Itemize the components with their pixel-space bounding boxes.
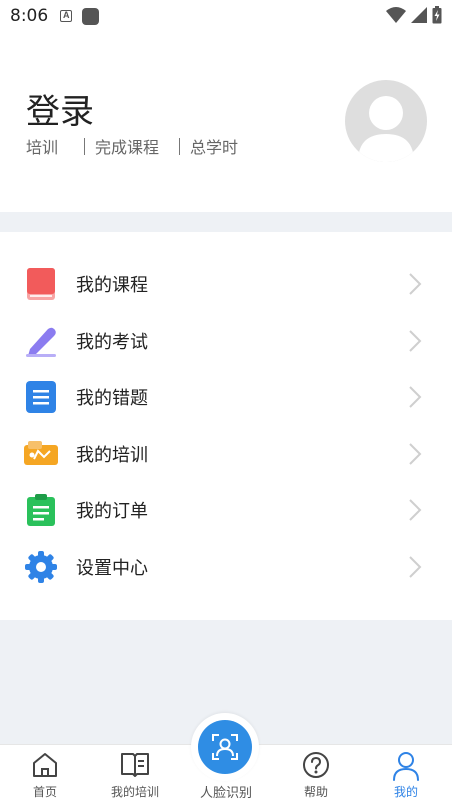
tab-help[interactable]: 帮助 (271, 745, 361, 803)
status-time: 8:06 (10, 6, 49, 26)
wifi-icon (386, 7, 406, 23)
stat-divider (84, 137, 86, 155)
chevron-right-icon (409, 330, 422, 352)
book-icon (24, 267, 58, 301)
menu-label: 我的错题 (76, 388, 148, 410)
face-scan-icon (212, 734, 238, 760)
chevron-right-icon (409, 443, 422, 465)
face-recognition-inner (198, 720, 252, 774)
menu-item-my-exams[interactable]: 我的考试 (0, 313, 452, 370)
tab-my-training[interactable]: 我的培训 (90, 745, 180, 803)
profile-header: 登录 培训 完成课程 总学时 (0, 32, 452, 212)
menu-label: 我的培训 (76, 444, 148, 466)
gear-icon (24, 550, 58, 584)
status-bar: 8:06 A (0, 0, 452, 32)
open-book-icon (121, 753, 149, 777)
menu-item-settings[interactable]: 设置中心 (0, 539, 452, 596)
menu-label: 我的订单 (76, 501, 148, 523)
face-recognition-label: 人脸识别 (199, 786, 252, 801)
clipboard-icon (24, 493, 58, 527)
list-icon (24, 380, 58, 414)
chevron-right-icon (409, 556, 422, 578)
menu-label: 我的考试 (76, 331, 148, 353)
menu-item-my-training[interactable]: 我的培训 (0, 426, 452, 483)
home-icon (33, 753, 57, 777)
menu-item-my-courses[interactable]: 我的课程 (0, 256, 452, 313)
tab-label: 我的 (393, 785, 418, 799)
menu-item-my-orders[interactable]: 我的订单 (0, 482, 452, 539)
person-icon (393, 752, 419, 781)
pencil-icon (24, 324, 58, 358)
chevron-right-icon (409, 499, 422, 521)
profile-stats: 培训 完成课程 总学时 (26, 134, 238, 158)
stat-divider (179, 137, 181, 155)
ticket-icon (24, 437, 58, 471)
signal-icon (411, 7, 427, 23)
help-icon (303, 752, 329, 778)
chevron-right-icon (409, 386, 422, 408)
menu-item-my-wrong-questions[interactable]: 我的错题 (0, 369, 452, 426)
status-a-icon: A (60, 10, 73, 22)
login-link[interactable]: 登录 (26, 84, 94, 133)
menu-label: 设置中心 (76, 557, 148, 579)
status-right (386, 6, 442, 24)
stat-total-hours: 总学时 (190, 138, 239, 157)
battery-icon (432, 6, 442, 24)
stat-completed-courses: 完成课程 (95, 138, 160, 157)
menu-label: 我的课程 (76, 275, 148, 297)
tab-home[interactable]: 首页 (0, 745, 90, 803)
tab-label: 我的培训 (110, 785, 159, 799)
status-app-icon (82, 7, 100, 25)
tab-label: 首页 (32, 785, 57, 799)
avatar-person-icon (358, 96, 414, 162)
tab-label: 帮助 (303, 785, 328, 799)
tab-mine[interactable]: 我的 (361, 745, 451, 803)
avatar[interactable] (345, 80, 427, 162)
chevron-right-icon (409, 273, 422, 295)
face-recognition-button[interactable] (191, 713, 259, 781)
menu-list: 我的课程 我的考试 我的错题 我的培训 我的订单 设置中心 (0, 232, 452, 620)
stat-training: 培训 (26, 138, 59, 157)
